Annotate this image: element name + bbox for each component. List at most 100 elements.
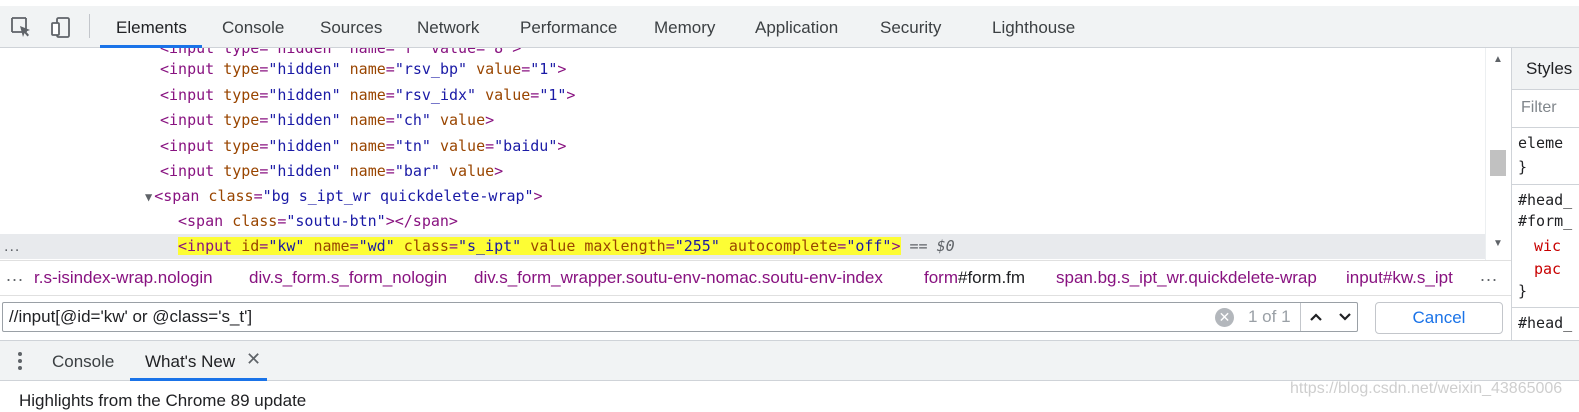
match-count: 1 of 1 xyxy=(1248,307,1291,326)
tab-security[interactable]: Security xyxy=(880,8,941,48)
search-input[interactable]: //input[@id='kw' or @class='s_t'] ✕ 1 of… xyxy=(2,302,1358,332)
attr-value: "bg s_ipt_wr quickdelete-wrap" xyxy=(262,187,534,205)
dom-line-soutu[interactable]: <span class="soutu-btn"></span> xyxy=(0,209,1485,234)
attr-name: name xyxy=(349,137,386,155)
search-bar: //input[@id='kw' or @class='s_t'] ✕ 1 of… xyxy=(0,296,1511,340)
attr-name: class xyxy=(208,187,254,205)
dom-line-rsv-bp[interactable]: <input type="hidden" name="rsv_bp" value… xyxy=(0,57,1485,82)
toolbar-divider xyxy=(89,14,90,38)
drawer-tabbar: Console What's New ✕ xyxy=(0,340,1579,381)
breadcrumb-item-active[interactable]: input#kw.s_ipt xyxy=(1346,268,1453,288)
css-property[interactable]: pac xyxy=(1534,260,1561,278)
dom-line-tn[interactable]: <input type="hidden" name="tn" value="ba… xyxy=(0,134,1485,159)
css-property[interactable]: wic xyxy=(1534,237,1561,255)
devtools-tabbar: Elements Console Sources Network Perform… xyxy=(0,0,1579,48)
tag-open: <input xyxy=(160,86,224,104)
element-style-selector: eleme xyxy=(1518,134,1564,152)
cancel-button[interactable]: Cancel xyxy=(1375,302,1503,334)
tab-application[interactable]: Application xyxy=(755,8,838,48)
attr-value: "ch" xyxy=(394,111,431,129)
rule-close-brace: } xyxy=(1518,282,1528,300)
dom-line-span-wrap[interactable]: ▼ <span class="bg s_ipt_wr quickdelete-wr… xyxy=(0,184,1485,209)
tab-lighthouse[interactable]: Lighthouse xyxy=(992,8,1075,48)
close-icon[interactable]: ✕ xyxy=(246,349,261,370)
scroll-thumb[interactable] xyxy=(1490,150,1506,176)
attr-name: class xyxy=(232,212,278,230)
dom-line-rsv-idx[interactable]: <input type="hidden" name="rsv_idx" valu… xyxy=(0,83,1485,108)
dom-scrollbar[interactable]: ▲ ▼ xyxy=(1485,48,1511,260)
rule-close-brace: } xyxy=(1518,158,1528,176)
attr-name: type xyxy=(223,111,260,129)
inspect-cursor-icon[interactable] xyxy=(8,14,34,40)
attr-name: value xyxy=(439,137,486,155)
chevron-down-icon[interactable] xyxy=(1332,306,1358,328)
attr-name: type xyxy=(223,60,260,78)
chevron-up-icon[interactable] xyxy=(1303,306,1329,328)
attr-name: name xyxy=(349,60,386,78)
rule-divider xyxy=(1512,184,1579,185)
attr-name: name xyxy=(349,111,386,129)
search-query[interactable]: //input[@id='kw' or @class='s_t'] xyxy=(9,307,252,327)
tag-open: <span xyxy=(154,187,209,205)
breadcrumb-item[interactable]: form#form.fm xyxy=(924,268,1025,288)
tab-sources[interactable]: Sources xyxy=(320,8,382,48)
breadcrumb-item[interactable]: div.s_form_wrapper.soutu-env-nomac.soutu… xyxy=(474,268,883,288)
tag-close: > xyxy=(557,60,567,78)
attr-value: "1" xyxy=(530,60,558,78)
attr-name: name xyxy=(349,162,386,180)
styles-tab-label[interactable]: Styles xyxy=(1526,59,1572,79)
tag-open: <input xyxy=(160,137,224,155)
tag-close: > xyxy=(557,137,567,155)
rule-selector: #head_ xyxy=(1518,191,1573,209)
breadcrumb-item[interactable]: span.bg.s_ipt_wr.quickdelete-wrap xyxy=(1056,268,1317,288)
tab-elements[interactable]: Elements xyxy=(116,8,187,48)
attr-value: "hidden" xyxy=(268,137,341,155)
drawer-tab-console[interactable]: Console xyxy=(52,352,114,372)
tab-network[interactable]: Network xyxy=(417,8,479,48)
drawer-tab-whats-new[interactable]: What's New xyxy=(145,352,235,372)
more-actions-dots[interactable]: ... xyxy=(4,234,20,259)
tab-memory[interactable]: Memory xyxy=(654,8,715,48)
dom-tree: <input type="hidden" name="f" value="8">… xyxy=(0,48,1485,260)
attr-name: value xyxy=(439,111,486,129)
attr-value: "tn" xyxy=(394,137,431,155)
attr-name: value xyxy=(485,86,531,104)
clear-search-icon[interactable]: ✕ xyxy=(1215,308,1234,327)
attr-name: value xyxy=(476,60,522,78)
breadcrumb-item[interactable]: div.s_form.s_form_nologin xyxy=(249,268,447,288)
attr-name: value xyxy=(449,162,495,180)
whats-new-heading: Highlights from the Chrome 89 update xyxy=(19,391,307,410)
styles-filter-input[interactable]: Filter xyxy=(1512,90,1579,128)
attr-name: type xyxy=(223,86,260,104)
tab-performance[interactable]: Performance xyxy=(520,8,617,48)
scroll-down-arrow-icon[interactable]: ▼ xyxy=(1493,238,1503,249)
attr-value: "baidu" xyxy=(494,137,558,155)
dom-line-ch[interactable]: <input type="hidden" name="ch" value> xyxy=(0,108,1485,133)
tag-close: > xyxy=(566,86,576,104)
dom-line-bar[interactable]: <input type="hidden" name="bar" value> xyxy=(0,159,1485,184)
tag-close: > xyxy=(485,111,495,129)
tag-open: <span xyxy=(178,212,233,230)
tabbar-top-strip xyxy=(0,0,1579,6)
styles-pane: Styles Filter eleme } #head_ #form_ wic … xyxy=(1511,48,1579,340)
search-divider xyxy=(1300,303,1301,331)
tag-close: > xyxy=(533,187,543,205)
breadcrumb-item[interactable]: r.s-isindex-wrap.nologin xyxy=(34,268,213,288)
tag-open: <input xyxy=(160,60,224,78)
breadcrumb-scroll-left[interactable]: ... xyxy=(6,265,24,286)
watermark: https://blog.csdn.net/weixin_43865006 xyxy=(1290,380,1563,397)
attr-value: "soutu-btn" xyxy=(286,212,386,230)
attr-value: "bar" xyxy=(394,162,440,180)
device-toggle-icon[interactable] xyxy=(48,14,74,40)
breadcrumb-scroll-right[interactable]: ... xyxy=(1480,265,1498,286)
drawer-menu-icon[interactable] xyxy=(14,350,26,372)
styles-tab-header[interactable]: Styles xyxy=(1512,48,1579,90)
dom-line-selected[interactable]: ... <input id="kw" name="wd" class="s_ip… xyxy=(0,234,1485,259)
tag-open: <input xyxy=(160,162,224,180)
expand-triangle-icon[interactable]: ▼ xyxy=(145,190,152,204)
attr-value: "rsv_idx" xyxy=(394,86,477,104)
scroll-up-arrow-icon[interactable]: ▲ xyxy=(1493,54,1503,65)
tab-console[interactable]: Console xyxy=(222,8,284,48)
attr-name: type xyxy=(223,162,260,180)
tag-close: ></span> xyxy=(385,212,458,230)
